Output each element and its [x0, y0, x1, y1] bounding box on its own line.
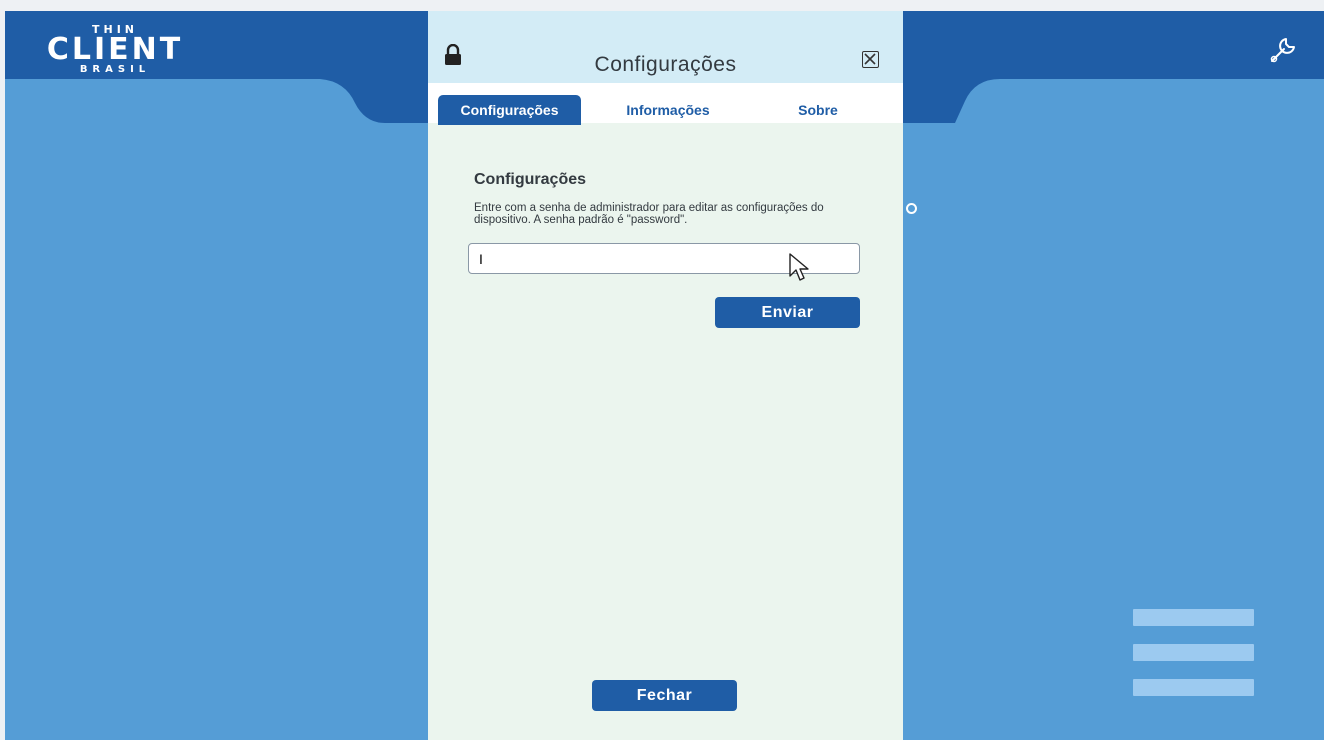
mouse-pointer-icon [789, 253, 809, 281]
tab-sobre[interactable]: Sobre [783, 95, 853, 125]
status-dot [906, 203, 917, 214]
tab-configuracoes[interactable]: Configurações [438, 95, 581, 125]
logo-line-2: CLIENT [46, 32, 184, 67]
wrench-icon[interactable] [1266, 33, 1300, 67]
dialog-title: Configurações [594, 53, 737, 76]
close-icon[interactable] [862, 51, 879, 68]
settings-dialog: Configurações Configurações Informações … [428, 11, 903, 740]
tab-bar: Configurações Informações Sobre [428, 83, 903, 125]
tab-informacoes[interactable]: Informações [608, 95, 728, 125]
dialog-header: Configurações [428, 11, 903, 83]
send-button[interactable]: Enviar [715, 297, 860, 328]
section-description: Entre com a senha de administrador para … [474, 202, 824, 226]
section-title: Configurações [474, 171, 587, 188]
brand-logo: THIN CLIENT BRASIL [35, 23, 195, 85]
menu-icon[interactable] [1133, 609, 1254, 714]
close-button[interactable]: Fechar [592, 680, 737, 711]
